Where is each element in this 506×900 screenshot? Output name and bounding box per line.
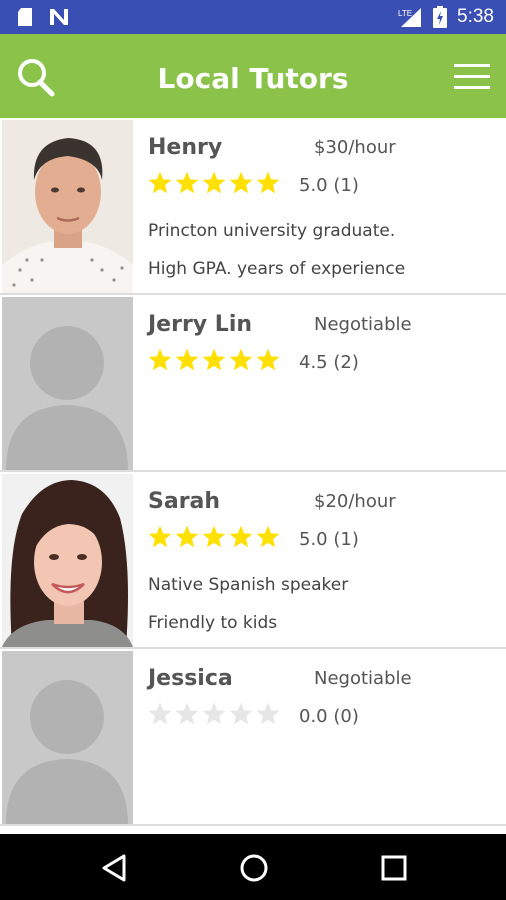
avatar-henry xyxy=(2,120,133,293)
tutor-description-line1: Native Spanish speaker xyxy=(148,575,349,595)
star-icon xyxy=(229,702,253,725)
star-icon xyxy=(229,171,253,194)
star-icon xyxy=(256,702,280,725)
hamburger-menu-icon[interactable] xyxy=(452,60,492,94)
tutor-row-jessica[interactable]: Jessica Negotiable 0.0 (0) xyxy=(0,649,506,826)
avatar-placeholder xyxy=(2,297,133,470)
tutor-price: $30/hour xyxy=(314,137,396,158)
home-icon[interactable] xyxy=(237,851,271,885)
star-icon xyxy=(202,348,226,371)
tutor-name: Jessica xyxy=(148,666,233,691)
status-bar: LTE 5:38 xyxy=(0,0,506,34)
system-nav-bar xyxy=(0,834,506,900)
tutor-name: Jerry Lin xyxy=(148,312,253,337)
tutor-price: Negotiable xyxy=(314,668,412,689)
star-icon xyxy=(256,348,280,371)
tutor-description-line1: Princton university graduate. xyxy=(148,221,396,241)
star-icon xyxy=(175,702,199,725)
app-bar: Local Tutors xyxy=(0,34,506,118)
rating-value: 4.5 (2) xyxy=(299,352,359,373)
notification-n-icon xyxy=(50,9,68,25)
rating-stars xyxy=(147,170,281,196)
star-icon xyxy=(256,525,280,548)
star-icon xyxy=(148,702,172,725)
rating-stars xyxy=(147,347,281,373)
rating-value: 5.0 (1) xyxy=(299,529,359,550)
star-icon xyxy=(202,171,226,194)
tutor-price: Negotiable xyxy=(314,314,412,335)
clock: 5:38 xyxy=(457,6,494,27)
star-icon xyxy=(175,348,199,371)
sd-card-icon xyxy=(18,8,32,26)
tutor-row-jerry-lin[interactable]: Jerry Lin Negotiable 4.5 (2) xyxy=(0,295,506,472)
recents-icon[interactable] xyxy=(377,851,411,885)
star-icon xyxy=(256,171,280,194)
star-icon xyxy=(229,525,253,548)
rating-value: 0.0 (0) xyxy=(299,706,359,727)
tutor-row-henry[interactable]: Henry $30/hour 5.0 (1) Princton universi… xyxy=(0,118,506,295)
avatar-placeholder xyxy=(2,651,133,824)
avatar-sarah xyxy=(2,474,133,647)
star-icon xyxy=(148,525,172,548)
network-label: LTE xyxy=(398,9,412,18)
star-icon xyxy=(202,525,226,548)
tutor-description-line2: Friendly to kids xyxy=(148,613,278,633)
rating-stars xyxy=(147,701,281,727)
tutor-description-line2: High GPA. years of experience xyxy=(148,259,406,279)
rating-value: 5.0 (1) xyxy=(299,175,359,196)
tutor-price: $20/hour xyxy=(314,491,396,512)
page-title: Local Tutors xyxy=(157,62,349,95)
star-icon xyxy=(175,171,199,194)
star-icon xyxy=(202,702,226,725)
star-icon xyxy=(229,348,253,371)
back-icon[interactable] xyxy=(98,851,132,885)
tutor-list: Henry $30/hour 5.0 (1) Princton universi… xyxy=(0,118,506,826)
star-icon xyxy=(175,525,199,548)
rating-stars xyxy=(147,524,281,550)
star-icon xyxy=(148,171,172,194)
tutor-row-sarah[interactable]: Sarah $20/hour 5.0 (1) Native Spanish sp… xyxy=(0,472,506,649)
star-icon xyxy=(148,348,172,371)
signal-icon: LTE xyxy=(398,8,422,27)
tutor-name: Henry xyxy=(148,135,223,160)
battery-icon xyxy=(433,6,448,28)
tutor-name: Sarah xyxy=(148,489,221,514)
